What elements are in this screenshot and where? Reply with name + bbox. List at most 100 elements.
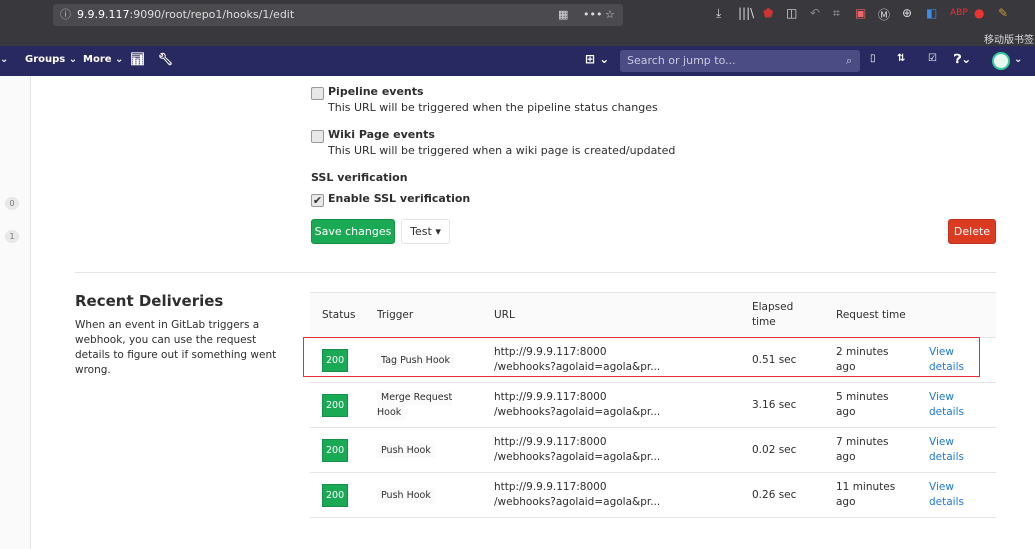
more-icon[interactable]: ••• (583, 4, 602, 26)
view-details-link[interactable]: View details (929, 435, 969, 465)
avatar[interactable] (992, 52, 1010, 70)
merge-requests-icon[interactable]: ⇅ (897, 53, 905, 64)
view-details-link[interactable]: View details (929, 390, 969, 420)
view-details-link[interactable]: View details (929, 480, 969, 510)
crop-icon[interactable]: ⌗ (833, 6, 840, 21)
status-cell: 200 (310, 472, 365, 518)
extension-icon[interactable]: ▣ (855, 6, 866, 20)
info-icon[interactable]: ⓘ (60, 4, 71, 26)
url-line: http://9.9.9.117:8000 (494, 436, 607, 448)
ssl-heading: SSL verification (311, 171, 408, 184)
url-path: :9090/root/repo1/hooks/1/edit (129, 8, 295, 21)
avatar-chevron-icon[interactable]: ⌄ (1014, 54, 1022, 65)
mobile-bookmarks[interactable]: 移动版书签 (984, 31, 1034, 46)
search-input[interactable]: Search or jump to... ⌕ (620, 50, 860, 72)
pipeline-events-checkbox[interactable] (311, 87, 324, 100)
table-row: 200 Push Hook http://9.9.9.117:8000/webh… (310, 472, 996, 518)
actions-cell: View details (917, 427, 996, 473)
trigger-label: Push Hook (377, 442, 435, 458)
library-icon[interactable]: |||\ (738, 6, 754, 20)
wiki-events-help: This URL will be triggered when a wiki p… (328, 144, 676, 157)
table-row: 200 Push Hook http://9.9.9.117:8000/webh… (310, 427, 996, 473)
request-time: 7 minutes ago (836, 436, 889, 463)
sidebar-icon[interactable]: ◫ (786, 6, 797, 20)
url-line: /webhooks?agolaid=agola&pr... (494, 406, 661, 418)
wiki-events-label: Wiki Page events (328, 128, 435, 141)
request-time: 5 minutes ago (836, 391, 889, 418)
new-item-icon[interactable]: ⊞ ⌄ (585, 52, 609, 66)
pen-icon[interactable]: ✎ (998, 6, 1008, 20)
extension-red-icon[interactable]: ● (974, 6, 984, 20)
sidebar: 0 1 (0, 76, 31, 549)
url-line: /webhooks?agolaid=agola&pr... (494, 451, 661, 463)
status-cell: 200 (310, 427, 365, 473)
zotero-icon[interactable]: ◧ (926, 6, 937, 20)
url-line: http://9.9.9.117:8000 (494, 481, 607, 493)
col-request-time: Request time (824, 292, 917, 338)
bookmark-star-icon[interactable]: ☆ (605, 4, 615, 26)
url-cell: http://9.9.9.117:8000/webhooks?agolaid=a… (482, 472, 740, 518)
url-cell: http://9.9.9.117:8000/webhooks?agolaid=a… (482, 427, 740, 473)
wiki-events-checkbox[interactable] (311, 130, 324, 143)
actions-cell: View details (917, 382, 996, 428)
caret-down-icon: ▾ (435, 225, 441, 238)
undo-icon[interactable]: ↶ (810, 6, 820, 20)
nav-groups[interactable]: Groups ⌄ (25, 54, 77, 65)
table-row: 200 Merge Request Hook http://9.9.9.117:… (310, 382, 996, 428)
status-badge: 200 (322, 483, 349, 507)
url-bar[interactable]: ⓘ 9.9.9.117:9090/root/repo1/hooks/1/edit… (53, 4, 623, 26)
wrench-icon[interactable]: 🔧︎ (158, 52, 173, 66)
col-url: URL (482, 292, 740, 338)
status-badge: 200 (322, 393, 349, 417)
search-icon: ⌕ (845, 54, 852, 67)
issues-icon[interactable]: ▯ (870, 53, 876, 64)
trigger-cell: Merge Request Hook (365, 382, 482, 428)
url-host: 9.9.9.117 (77, 8, 130, 21)
todos-icon[interactable]: ☑ (928, 53, 937, 64)
deliveries-table: Status Trigger URL Elapsed time Request … (310, 292, 996, 518)
col-actions (917, 292, 996, 338)
trigger-label: Merge Request Hook (377, 390, 453, 420)
col-elapsed: Elapsed time (740, 292, 824, 338)
request-time-cell: 5 minutes ago (824, 382, 917, 428)
ublock-icon[interactable]: ⬟ (763, 6, 773, 20)
activity-chart-icon[interactable]: 📊︎ (130, 52, 145, 66)
ssl-label: Enable SSL verification (328, 192, 471, 205)
ssl-checkbox[interactable]: ✔ (311, 194, 324, 207)
elapsed-cell: 0.26 sec (740, 472, 824, 518)
nav-more[interactable]: More ⌄ (83, 54, 123, 65)
test-dropdown-button[interactable]: Test ▾ (401, 219, 450, 244)
trigger-cell: Push Hook (365, 472, 482, 518)
url-line: http://9.9.9.117:8000 (494, 391, 607, 403)
qr-code-icon[interactable]: ▦ (558, 4, 568, 26)
actions-cell: View details (917, 472, 996, 518)
trigger-label: Push Hook (377, 487, 435, 503)
chevron-down-icon[interactable]: ⌄ (0, 54, 8, 65)
request-time: 11 minutes ago (836, 481, 896, 508)
status-badge: 200 (322, 438, 349, 462)
col-trigger: Trigger (365, 292, 482, 338)
globe-icon[interactable]: ⊕ (902, 6, 912, 20)
trigger-cell: Push Hook (365, 427, 482, 473)
request-time-cell: 11 minutes ago (824, 472, 917, 518)
delete-button[interactable]: Delete (948, 219, 996, 244)
extension-m-icon[interactable]: Ⓜ (878, 6, 890, 23)
browser-toolbar: ⓘ 9.9.9.117:9090/root/repo1/hooks/1/edit… (0, 0, 1035, 46)
download-icon[interactable]: ⤓ (716, 6, 721, 21)
divider (75, 272, 996, 273)
help-icon[interactable]: ❓︎⌄ (954, 52, 971, 67)
elapsed-cell: 3.16 sec (740, 382, 824, 428)
col-status: Status (310, 292, 365, 338)
request-time-cell: 7 minutes ago (824, 427, 917, 473)
url-cell: http://9.9.9.117:8000/webhooks?agolaid=a… (482, 382, 740, 428)
recent-deliveries-description: When an event in GitLab triggers a webho… (75, 319, 277, 376)
top-nav: ⌄ Groups ⌄ More ⌄ 📊︎ 🔧︎ ⊞ ⌄ Search or ju… (0, 46, 1035, 76)
elapsed-cell: 0.02 sec (740, 427, 824, 473)
sidebar-badge: 1 (5, 230, 19, 243)
pipeline-events-label: Pipeline events (328, 85, 424, 98)
recent-deliveries-title: Recent Deliveries (75, 292, 224, 310)
pipeline-events-help: This URL will be triggered when the pipe… (328, 101, 658, 114)
adblock-icon[interactable]: ABP (950, 8, 968, 18)
status-cell: 200 (310, 382, 365, 428)
save-changes-button[interactable]: Save changes (311, 219, 395, 244)
